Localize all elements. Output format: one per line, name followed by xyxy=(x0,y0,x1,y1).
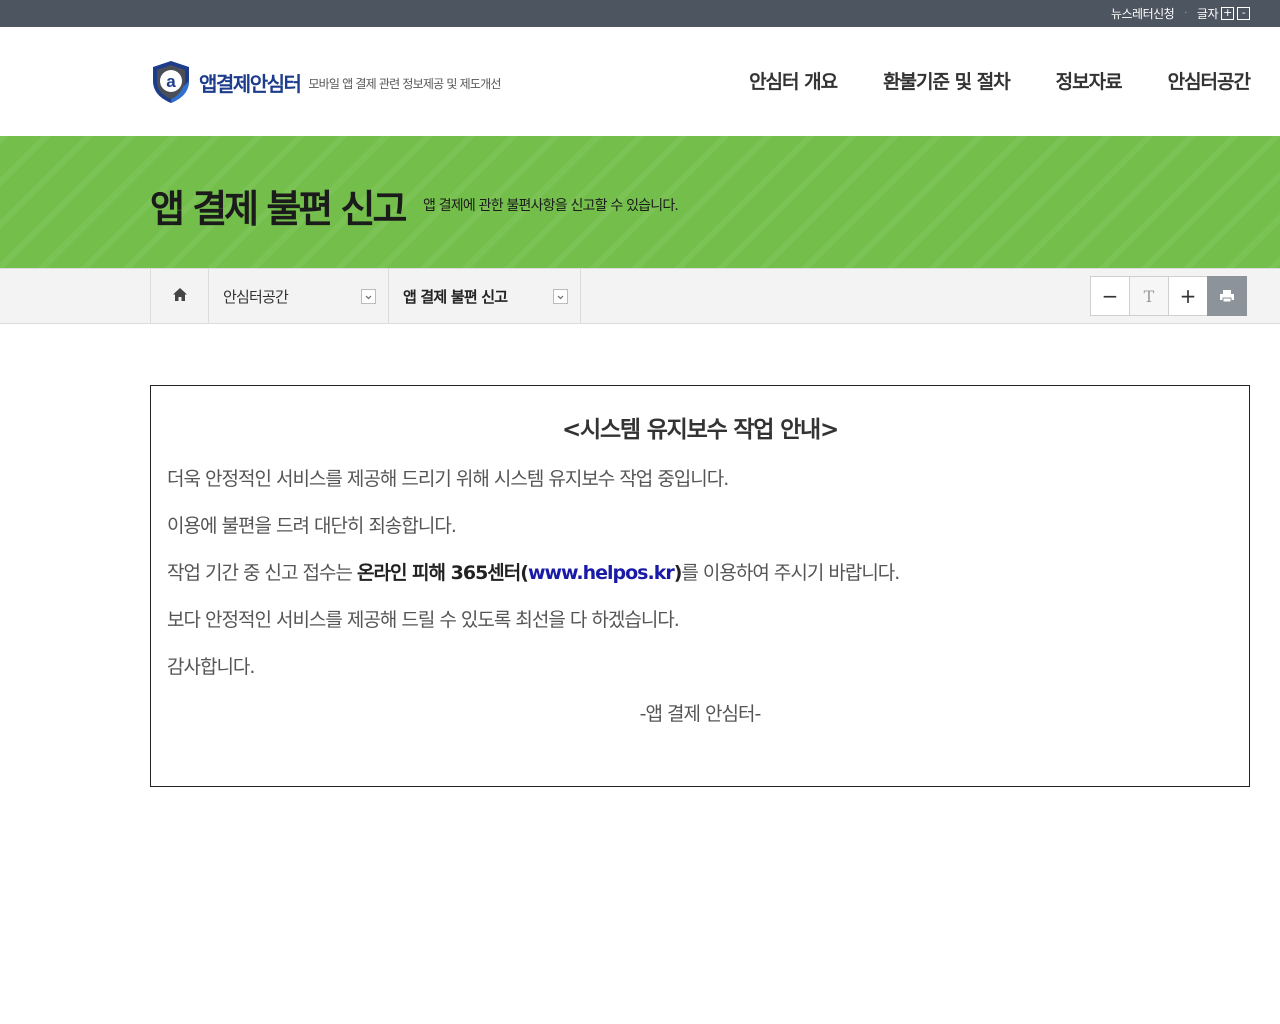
logo-name: 앱결제안심터 xyxy=(199,71,302,96)
site-logo[interactable]: a 앱결제안심터 모바일 앱 결제 관련 정보제공 및 제도개선 xyxy=(150,59,501,105)
notice-title: <시스템 유지보수 작업 안내> xyxy=(561,417,839,443)
nav-item-resources[interactable]: 정보자료 xyxy=(1056,67,1123,94)
notice-line: 이용에 불편을 드려 대단히 죄송합니다. xyxy=(167,515,457,537)
helpos-link[interactable]: www.helpos.kr xyxy=(528,562,675,584)
notice-line: 보다 안정적인 서비스를 제공해 드릴 수 있도록 최선을 다 하겠습니다. xyxy=(167,609,680,631)
home-icon xyxy=(172,287,188,306)
breadcrumb-depth2-label: 앱 결제 불편 신고 xyxy=(403,287,508,306)
breadcrumb-depth1[interactable]: 안심터공간 xyxy=(209,269,389,323)
notice-line: 더욱 안정적인 서비스를 제공해 드리기 위해 시스템 유지보수 작업 중입니다… xyxy=(167,468,729,490)
utility-links: 뉴스레터신청 · 글자 + - xyxy=(1111,0,1250,27)
nav-item-refund[interactable]: 환불기준 및 절차 xyxy=(883,67,1011,94)
nav-item-space[interactable]: 안심터공간 xyxy=(1168,67,1251,94)
notice-text: 를 이용하여 주시기 바랍니다. xyxy=(681,562,900,584)
main-nav: 안심터 개요 환불기준 및 절차 정보자료 안심터공간 xyxy=(703,67,1251,94)
text-reset-button[interactable]: T xyxy=(1129,276,1169,316)
breadcrumb-depth2[interactable]: 앱 결제 불편 신고 xyxy=(389,269,581,323)
page-tools: − T + xyxy=(1090,276,1247,316)
zoom-in-button[interactable]: + xyxy=(1168,276,1208,316)
utility-separator: · xyxy=(1184,8,1187,19)
svg-text:a: a xyxy=(166,72,176,91)
notice-text: 작업 기간 중 신고 접수는 xyxy=(167,562,357,584)
font-decrease-button[interactable]: - xyxy=(1237,7,1250,20)
chevron-down-icon xyxy=(361,289,376,304)
nav-item-overview[interactable]: 안심터 개요 xyxy=(749,67,838,94)
shield-logo-icon: a xyxy=(150,59,192,105)
center-name: 온라인 피해 365센터( xyxy=(357,562,529,584)
site-header: a 앱결제안심터 모바일 앱 결제 관련 정보제공 및 제도개선 안심터 개요 … xyxy=(0,27,1280,136)
home-button[interactable] xyxy=(150,269,209,323)
zoom-out-button[interactable]: − xyxy=(1090,276,1130,316)
sub-visual-banner: 앱 결제 불편 신고 앱 결제에 관한 불편사항을 신고할 수 있습니다. xyxy=(0,136,1280,268)
notice-signature: -앱 결제 안심터- xyxy=(639,703,762,725)
font-increase-button[interactable]: + xyxy=(1221,7,1234,20)
print-button[interactable] xyxy=(1207,276,1247,316)
page-title: 앱 결제 불편 신고 xyxy=(150,187,407,231)
notice-line-alternative: 작업 기간 중 신고 접수는 온라인 피해 365센터(www.helpos.k… xyxy=(167,558,900,585)
notice-line: 감사합니다. xyxy=(167,656,255,678)
breadcrumb-depth1-label: 안심터공간 xyxy=(223,287,289,306)
font-size-label: 글자 xyxy=(1196,7,1219,21)
printer-icon xyxy=(1219,284,1235,308)
page-subtitle: 앱 결제에 관한 불편사항을 신고할 수 있습니다. xyxy=(423,198,679,214)
chevron-down-icon xyxy=(553,289,568,304)
utility-bar: 뉴스레터신청 · 글자 + - xyxy=(0,0,1280,27)
logo-tagline: 모바일 앱 결제 관련 정보제공 및 제도개선 xyxy=(308,76,501,91)
maintenance-notice: <시스템 유지보수 작업 안내> 더욱 안정적인 서비스를 제공해 드리기 위해… xyxy=(150,385,1250,787)
newsletter-link[interactable]: 뉴스레터신청 xyxy=(1111,5,1175,22)
breadcrumb: 안심터공간 앱 결제 불편 신고 − T + xyxy=(0,268,1280,324)
